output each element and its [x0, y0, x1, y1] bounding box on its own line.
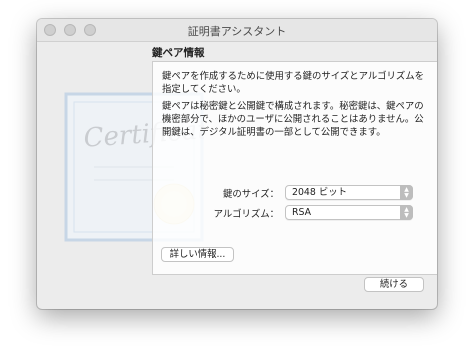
key-size-select[interactable]: 2048 ビット ▲ ▼ — [285, 185, 413, 200]
key-size-label: 鍵のサイズ： — [223, 189, 279, 200]
title-bar: 証明書アシスタント — [37, 19, 437, 42]
algorithm-value: RSA — [292, 207, 312, 218]
algorithm-select[interactable]: RSA ▲ ▼ — [285, 205, 413, 220]
key-pair-panel: 鍵ペアを作成するために使用する鍵のサイズとアルゴリズムを指定してください。 鍵ペ… — [152, 61, 437, 275]
up-down-arrows-icon: ▲ ▼ — [400, 185, 413, 200]
explanation-text: 鍵ペアは秘密鍵と公開鍵で構成されます。秘密鍵は、鍵ペアの機密部分で、ほかのユーザ… — [162, 101, 424, 138]
instruction-text: 鍵ペアを作成するために使用する鍵のサイズとアルゴリズムを指定してください。 — [162, 71, 424, 95]
certificate-assistant-window: 証明書アシスタント Certificate 鍵ペア情報 鍵ペアを作成するために使… — [37, 19, 437, 309]
key-size-value: 2048 ビット — [292, 187, 347, 198]
algorithm-label: アルゴリズム： — [213, 209, 279, 220]
up-down-arrows-icon: ▲ ▼ — [400, 205, 413, 220]
window-title: 証明書アシスタント — [187, 25, 287, 38]
section-title: 鍵ペア情報 — [152, 47, 205, 59]
more-info-button[interactable]: 詳しい情報... — [161, 247, 234, 262]
continue-button[interactable]: 続ける — [364, 277, 424, 292]
